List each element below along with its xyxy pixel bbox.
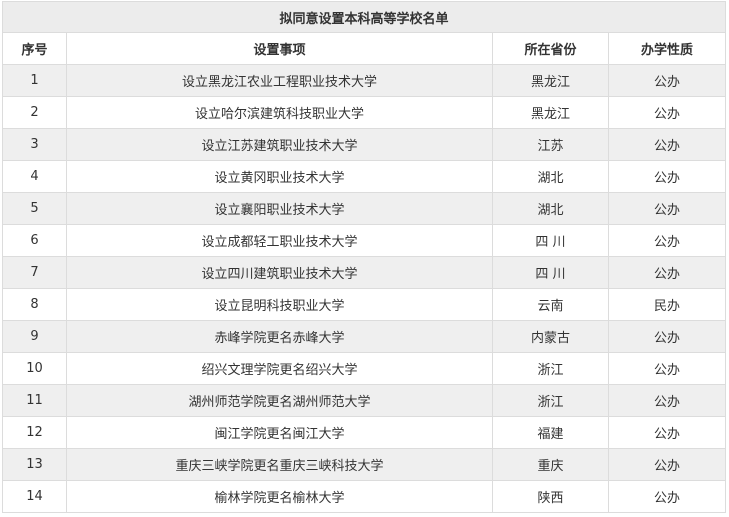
table-row: 1 设立黑龙江农业工程职业技术大学 黑龙江 公办	[2, 64, 727, 97]
table-row: 13 重庆三峡学院更名重庆三峡科技大学 重庆 公办	[2, 448, 727, 481]
table-row: 4 设立黄冈职业技术大学 湖北 公办	[2, 160, 727, 193]
table-row: 14 榆林学院更名榆林大学 陕西 公办	[2, 480, 727, 513]
cell-item: 设立成都轻工职业技术大学	[66, 224, 493, 257]
cell-nature: 公办	[607, 128, 727, 161]
cell-province: 黑龙江	[492, 64, 609, 97]
cell-item: 闽江学院更名闽江大学	[66, 416, 493, 449]
table-row: 2 设立哈尔滨建筑科技职业大学 黑龙江 公办	[2, 96, 727, 129]
cell-province: 湖北	[492, 192, 609, 225]
table-body: 1 设立黑龙江农业工程职业技术大学 黑龙江 公办 2 设立哈尔滨建筑科技职业大学 黑龙江 公办…	[2, 64, 727, 513]
cell-item: 重庆三峡学院更名重庆三峡科技大学	[66, 448, 493, 481]
cell-province: 浙江	[492, 384, 609, 417]
cell-index: 2	[2, 96, 67, 129]
table-row: 10 绍兴文理学院更名绍兴大学 浙江 公办	[2, 352, 727, 385]
cell-province: 江苏	[492, 128, 609, 161]
cell-nature: 公办	[607, 416, 727, 449]
cell-province: 黑龙江	[492, 96, 609, 129]
header-item: 设置事项	[66, 32, 493, 65]
cell-province: 福建	[492, 416, 609, 449]
cell-item: 设立四川建筑职业技术大学	[66, 256, 493, 289]
cell-nature: 公办	[607, 320, 727, 353]
cell-nature: 公办	[607, 384, 727, 417]
cell-province: 云南	[492, 288, 609, 321]
cell-index: 12	[2, 416, 67, 449]
cell-item: 设立黄冈职业技术大学	[66, 160, 493, 193]
cell-nature: 公办	[607, 160, 727, 193]
table-row: 6 设立成都轻工职业技术大学四 川公办	[2, 224, 727, 257]
header-nature: 办学性质	[607, 32, 727, 65]
cell-index: 1	[2, 64, 67, 97]
table-row: 5 设立襄阳职业技术大学 湖北 公办	[2, 192, 727, 225]
table-row: 8 设立昆明科技职业大学 云南 民办	[2, 288, 727, 321]
cell-index: 7	[2, 256, 67, 289]
cell-index: 3	[2, 128, 67, 161]
table-row: 7 设立四川建筑职业技术大学四 川公办	[2, 256, 727, 289]
cell-item: 绍兴文理学院更名绍兴大学	[66, 352, 493, 385]
cell-index: 10	[2, 352, 67, 385]
cell-item: 设立昆明科技职业大学	[66, 288, 493, 321]
cell-item: 赤峰学院更名赤峰大学	[66, 320, 493, 353]
cell-index: 4	[2, 160, 67, 193]
cell-item: 湖州师范学院更名湖州师范大学	[66, 384, 493, 417]
cell-province: 四 川	[492, 256, 609, 289]
table-title: 拟同意设置本科高等学校名单	[1, 1, 727, 33]
cell-index: 14	[2, 480, 67, 513]
header-province: 所在省份	[492, 32, 609, 65]
cell-province: 湖北	[492, 160, 609, 193]
cell-item: 设立襄阳职业技术大学	[66, 192, 493, 225]
cell-item: 设立江苏建筑职业技术大学	[66, 128, 493, 161]
cell-nature: 公办	[607, 448, 727, 481]
table-title-row: 拟同意设置本科高等学校名单	[1, 1, 727, 33]
cell-nature: 民办	[607, 288, 727, 321]
cell-index: 5	[2, 192, 67, 225]
cell-nature: 公办	[607, 352, 727, 385]
cell-nature: 公办	[607, 480, 727, 513]
cell-province: 四 川	[492, 224, 609, 257]
cell-index: 6	[2, 224, 67, 257]
cell-province: 陕西	[492, 480, 609, 513]
cell-province: 重庆	[492, 448, 609, 481]
cell-nature: 公办	[607, 256, 727, 289]
cell-nature: 公办	[607, 192, 727, 225]
cell-index: 13	[2, 448, 67, 481]
cell-item: 设立哈尔滨建筑科技职业大学	[66, 96, 493, 129]
cell-index: 9	[2, 320, 67, 353]
cell-province: 内蒙古	[492, 320, 609, 353]
table-row: 12 闽江学院更名闽江大学 福建 公办	[2, 416, 727, 449]
cell-nature: 公办	[607, 64, 727, 97]
school-list-container: 拟同意设置本科高等学校名单 序号 设置事项 所在省份 办学性质 1 设立黑龙江农业…	[1, 1, 727, 513]
cell-nature: 公办	[607, 96, 727, 129]
table-row: 3 设立江苏建筑职业技术大学 江苏 公办	[2, 128, 727, 161]
table-row: 9 赤峰学院更名赤峰大学 内蒙古 公办	[2, 320, 727, 353]
table-header-row: 序号 设置事项 所在省份 办学性质	[2, 32, 727, 65]
cell-item: 设立黑龙江农业工程职业技术大学	[66, 64, 493, 97]
table-row: 11 湖州师范学院更名湖州师范大学 浙江 公办	[2, 384, 727, 417]
cell-item: 榆林学院更名榆林大学	[66, 480, 493, 513]
cell-province: 浙江	[492, 352, 609, 385]
header-index: 序号	[2, 32, 67, 65]
cell-index: 8	[2, 288, 67, 321]
school-list-table: 拟同意设置本科高等学校名单 序号 设置事项 所在省份 办学性质 1 设立黑龙江农业…	[1, 1, 727, 513]
cell-index: 11	[2, 384, 67, 417]
cell-nature: 公办	[607, 224, 727, 257]
